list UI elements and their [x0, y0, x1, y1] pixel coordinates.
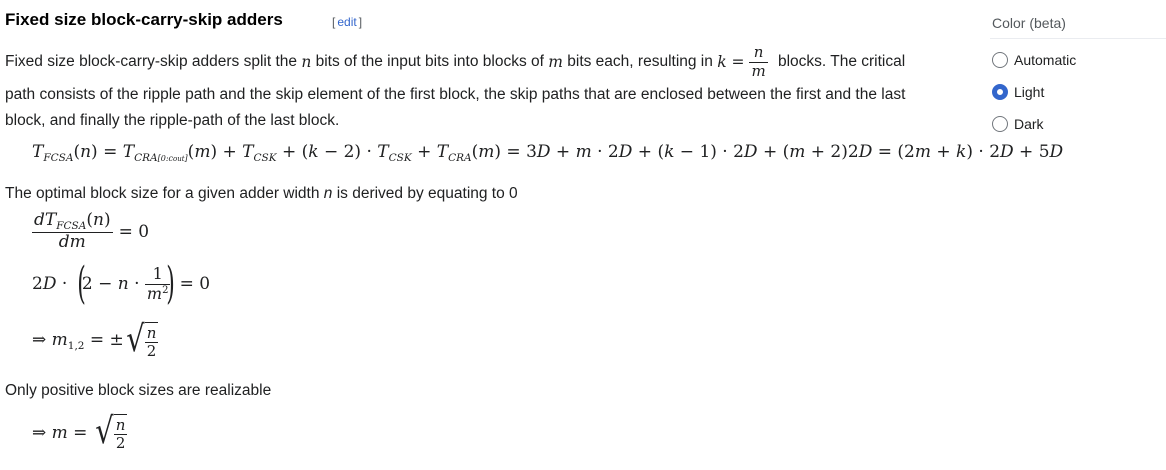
math-n: n	[301, 53, 312, 71]
color-beta-title: Color (beta)	[992, 15, 1066, 31]
color-option-automatic[interactable]: Automatic	[992, 52, 1076, 68]
text-run: is derived by equating to 0	[332, 185, 518, 202]
divider	[990, 38, 1166, 39]
radio-light[interactable]	[992, 84, 1008, 100]
color-option-dark[interactable]: Dark	[992, 116, 1044, 132]
paragraph-line: block, and finally the ripple-path of th…	[5, 112, 340, 129]
edit-section: [edit]	[332, 15, 363, 29]
text-run: The optimal block size for a given adder…	[5, 185, 324, 202]
equation-t-fcsa: TFCSA(n) = TCRA[0:cout](m) + TCSK + (k −…	[32, 142, 1064, 164]
option-label: Light	[1014, 84, 1045, 100]
text-run: bits each, resulting in	[562, 53, 718, 70]
equation-derivative: dTFCSA(n) dm = 0	[32, 210, 150, 253]
option-label: Automatic	[1014, 52, 1077, 68]
paragraph-line: Only positive block sizes are realizable	[5, 382, 272, 399]
equation-m12: ⇒ m1,2 = ± √ n 2	[32, 319, 159, 361]
math-m: m	[548, 53, 563, 71]
color-option-light[interactable]: Light	[992, 84, 1044, 100]
paragraph-line: Fixed size block-carry-skip adders split…	[5, 44, 905, 80]
radio-automatic[interactable]	[992, 52, 1008, 68]
section-heading: Fixed size block-carry-skip adders	[5, 10, 283, 29]
text-run: blocks. The critical	[773, 53, 906, 70]
equation-m: ⇒ m = √ n 2	[32, 411, 128, 453]
equation-2d: 2D · (2 − n · 1 m2) = 0	[32, 258, 211, 309]
text-run: Fixed size block-carry-skip adders split…	[5, 53, 302, 70]
paragraph-line: The optimal block size for a given adder…	[5, 185, 518, 203]
math-k-equals: k =	[717, 53, 750, 71]
paragraph-line: path consists of the ripple path and the…	[5, 86, 906, 103]
radio-dark[interactable]	[992, 116, 1008, 132]
text-run: bits of the input bits into blocks of	[311, 53, 549, 70]
math-fraction-n-over-m: nm	[749, 43, 768, 80]
edit-link[interactable]: edit	[335, 15, 358, 29]
option-label: Dark	[1014, 116, 1044, 132]
